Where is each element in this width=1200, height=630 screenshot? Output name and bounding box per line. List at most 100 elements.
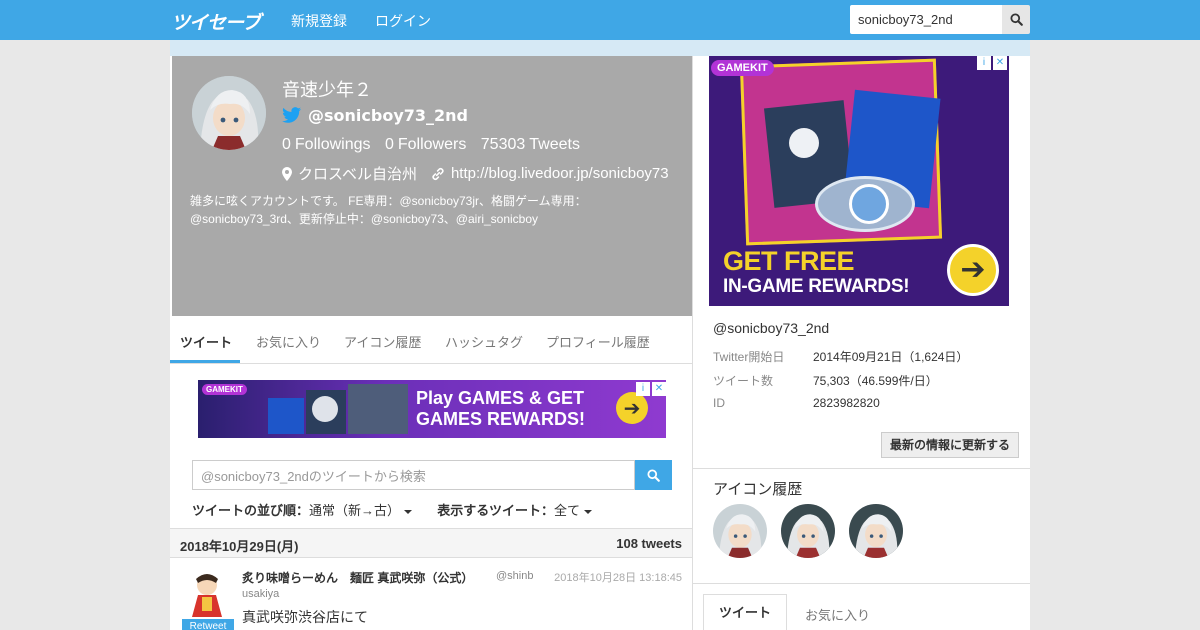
header-search-button[interactable] [1002,5,1030,34]
side-ad-info-icon[interactable]: i [977,56,991,70]
tab-tweets[interactable]: ツイート [180,332,232,351]
info-value: 2823982820 [813,396,880,410]
profile-screen-name[interactable]: @sonicboy73_2nd [282,106,468,125]
search-icon [647,468,660,482]
profile-avatar[interactable] [192,76,266,150]
sort-order-value: 通常（新→古） [309,503,401,518]
ad-brand: GAMEKIT [202,384,247,395]
search-icon [1009,13,1023,26]
tweet-search: @sonicboy73_2ndのツイートから検索 [192,460,672,490]
info-key: ツイート数 [713,374,774,388]
date-bar-count: 108 tweets [616,536,682,551]
side-ad-arrow-icon: ➔ [947,244,999,296]
side-ad[interactable]: GAMEKIT GET FREE IN-GAME REWARDS! ➔ i ✕ [709,56,1009,306]
side-ad-close-icon[interactable]: ✕ [993,56,1007,70]
tweet-author-name[interactable]: 炙り味噌らーめん 麺匠 真武咲弥（公式） [242,569,473,586]
tab-hashtags[interactable]: ハッシュタグ [445,332,523,351]
profile-name: 音速少年２ [282,80,372,101]
avatar-illustration [192,76,266,150]
site-logo[interactable]: ツイセーブ [171,8,261,35]
info-key: ID [713,396,725,410]
chevron-down-icon [584,509,593,514]
sort-order-dropdown[interactable]: ツイートの並び順：通常（新→古） [192,503,413,518]
login-link[interactable]: ログイン [375,11,431,31]
side-tab-favorites[interactable]: お気に入り [805,605,870,624]
tweet-item[interactable]: Retweet 炙り味噌らーめん 麺匠 真武咲弥（公式） @shinb usak… [170,559,692,630]
tab-favorites[interactable]: お気に入り [256,332,321,351]
followers-count: 0 [384,136,394,153]
tab-profile-history[interactable]: プロフィール履歴 [546,332,650,351]
info-key: Twitter開始日 [713,350,785,364]
ad-arrow-icon: ➔ [616,392,648,424]
icon-history-avatar[interactable] [713,504,767,558]
right-column: GAMEKIT GET FREE IN-GAME REWARDS! ➔ i ✕ … [693,56,1030,630]
ad-banner-line1: Play GAMES & GET [416,388,585,408]
header-search [850,5,1030,34]
ad-banner[interactable]: GAMEKIT Play GAMES & GET GAMES REWARDS! … [198,380,666,438]
divider [693,583,1030,584]
active-tab-indicator [170,360,240,363]
tweet-avatar-illustration [182,569,232,619]
tweet-author-handle-continued: usakiya [242,588,280,600]
tweet-filter-value: 全て [554,503,581,518]
left-column: 音速少年２ @sonicboy73_2nd 0 Followings 0 Follo… [170,56,693,630]
sort-row: ツイートの並び順：通常（新→古） 表示するツイート：全て [192,500,593,519]
side-tabs: ツイート お気に入り [703,594,1030,630]
divider [693,468,1030,469]
chevron-down-icon [404,509,413,514]
main-container: 音速少年２ @sonicboy73_2nd 0 Followings 0 Follo… [170,56,1030,630]
avatar-illustration [713,504,767,558]
twitter-bird-icon [282,107,302,123]
navbar: ツイセーブ 新規登録 ログイン [0,0,1200,40]
side-ad-artwork [763,84,949,234]
followings-count: 0 [282,136,291,153]
icon-history-title: アイコン履歴 [713,481,803,498]
avatar-illustration [849,504,903,558]
profile-stats: 0 Followings 0 Followers 75303 Tweets [282,136,584,154]
update-info-button[interactable]: 最新の情報に更新する [881,432,1019,458]
ad-banner-line2: GAMES REWARDS! [416,409,586,429]
info-screen-name: @sonicboy73_2nd [713,320,830,336]
tweets-label: Tweets [529,136,580,153]
tab-icon-history[interactable]: アイコン履歴 [344,332,421,351]
ad-banner-text: Play GAMES & GET GAMES REWARDS! [416,388,585,430]
side-tab-tweets[interactable]: ツイート [703,594,787,630]
tweet-text: 真武咲弥渋谷店にて [242,609,368,625]
top-strip [170,40,1030,56]
tweet-filter-label: 表示するツイート： [437,503,555,518]
profile-tabs: ツイート お気に入り アイコン履歴 ハッシュタグ プロフィール履歴 [170,316,692,364]
tweets-count: 75303 [480,136,526,153]
side-ad-subline: IN-GAME REWARDS! [723,276,910,297]
tweet-avatar[interactable] [182,569,232,619]
tweet-filter-dropdown[interactable]: 表示するツイート：全て [437,503,593,518]
profile-url-link[interactable]: http://blog.livedoor.jp/sonicboy73 [451,165,669,182]
info-value: 2014年09月21日（1,624日） [813,350,969,364]
side-ad-headline: GET FREE [723,246,855,276]
avatar-illustration [781,504,835,558]
ad-banner-artwork [268,384,408,434]
register-link[interactable]: 新規登録 [291,11,347,31]
followers-label: Followers [397,136,467,153]
profile-bio: 雑多に呟くアカウントです。 FE専用：@sonicboy73jr、格闘ゲーム専用… [190,194,587,226]
icon-history-avatar[interactable] [849,504,903,558]
profile-location: クロスベル自治州 [298,166,417,183]
profile-location-row: クロスベル自治州 http://blog.livedoor.jp/sonicbo… [282,163,669,184]
profile-header: 音速少年２ @sonicboy73_2nd 0 Followings 0 Follo… [172,56,692,316]
tweet-author-handle[interactable]: @shinb [496,570,533,582]
header-search-input[interactable] [850,5,1002,34]
screen-name-text: @sonicboy73_2nd [308,106,468,125]
tweet-search-input[interactable]: @sonicboy73_2ndのツイートから検索 [192,460,635,490]
followings-label: Followings [294,136,371,153]
ad-close-icon[interactable]: ✕ [652,382,666,396]
tweet-search-button[interactable] [635,460,672,490]
map-marker-icon [282,166,292,181]
date-bar-date: 2018年10月29日(月) [180,539,299,554]
tweet-timestamp[interactable]: 2018年10月28日 13:18:45 [554,569,682,585]
retweet-badge: Retweet [182,619,234,630]
link-icon [432,167,444,180]
date-bar: 2018年10月29日(月) 108 tweets [170,528,692,558]
sort-order-label: ツイートの並び順： [192,503,310,518]
side-ad-brand: GAMEKIT [711,60,774,76]
ad-info-icon[interactable]: i [636,382,650,396]
icon-history-avatar[interactable] [781,504,835,558]
